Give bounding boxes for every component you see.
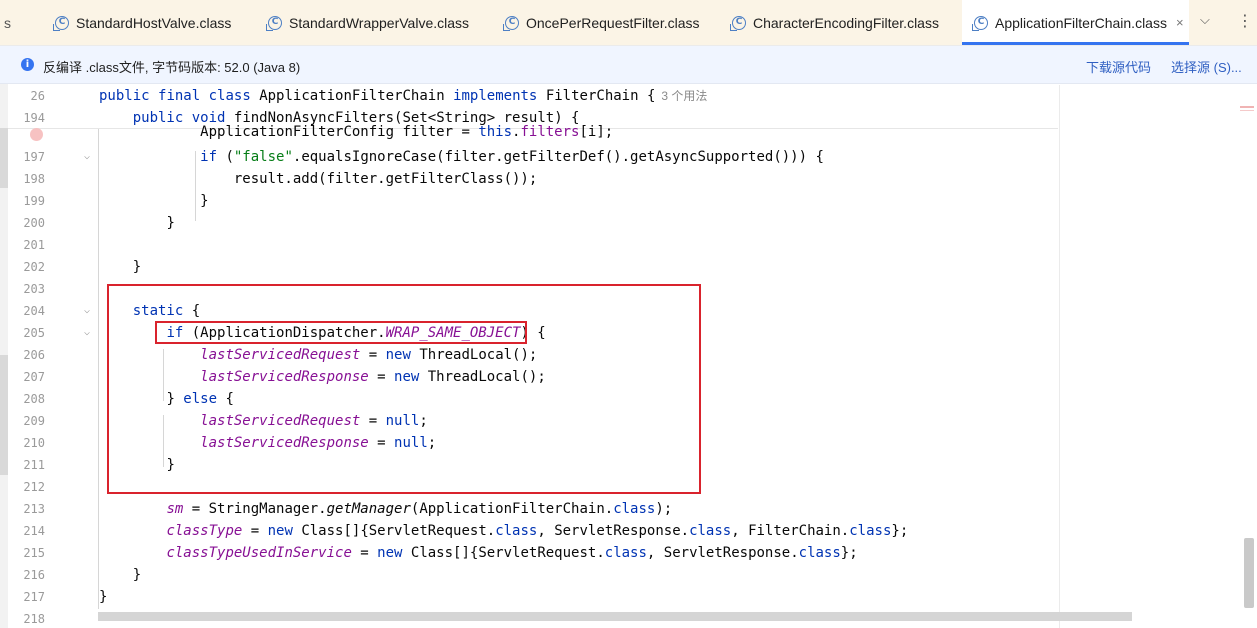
code-line: 217 } [8,586,1058,608]
line-number: 214 [23,524,45,538]
notice-text: 反编译 .class文件, 字节码版本: 52.0 (Java 8) [43,60,301,75]
code-text: result.add(filter.getFilterClass()); [233,171,538,187]
code-line: 214 classType = new Class[]{ServletReque… [8,520,1058,542]
code-text: classTypeUsedInService = new Class[]{Ser… [166,545,858,561]
code-line: 216 } [8,564,1058,586]
tab-standard-host-valve[interactable]: C StandardHostValve.class [53,0,232,45]
line-number: 201 [23,238,45,252]
line-number: 203 [23,282,45,296]
line-number: 218 [23,612,45,626]
line-number: 199 [23,194,45,208]
class-file-icon: C [266,15,282,31]
line-number: 197 [23,150,45,164]
code-line: 198 result.add(filter.getFilterClass()); [8,168,1058,190]
code-text: } [166,215,175,231]
code-line: 215 classTypeUsedInService = new Class[]… [8,542,1058,564]
line-number: 200 [23,216,45,230]
tab-label: StandardWrapperValve.class [289,14,470,31]
edge-marker [0,355,8,475]
class-file-icon: C [730,15,746,31]
breakpoint-icon[interactable] [30,128,43,141]
tab-once-per-request-filter[interactable]: C OncePerRequestFilter.class [503,0,700,45]
usage-hint: 3 个用法 [661,89,708,103]
download-sources-link[interactable]: 下载源代码 [1086,57,1151,76]
code-text: } [200,193,209,209]
line-number: 215 [23,546,45,560]
line-number: 26 [30,89,45,103]
highlight-box-if-condition [155,321,527,344]
code-line: 199 } [8,190,1058,212]
left-edge-strip [0,0,8,628]
info-icon: i [21,58,34,71]
close-icon[interactable]: × [1176,15,1184,30]
more-vertical-icon[interactable]: ⋮ [1237,11,1253,31]
line-number: 211 [23,458,45,472]
edge-marker [0,128,8,188]
highlight-box-static-block [107,284,701,494]
line-number: 207 [23,370,45,384]
code-text: } [132,567,142,583]
line-number: 208 [23,392,45,406]
line-number: 213 [23,502,45,516]
line-number: 206 [23,348,45,362]
fold-icon[interactable]: ⌵ [84,300,90,322]
tab-label: OncePerRequestFilter.class [526,14,700,31]
code-line: 197 ⌵ if ("false".equalsIgnoreCase(filte… [8,146,1058,168]
code-line: 200 } [8,212,1058,234]
class-file-icon: C [53,15,69,31]
tab-label: ApplicationFilterChain.class [995,14,1167,31]
fold-icon[interactable]: ⌵ [84,146,90,168]
vertical-scrollbar[interactable] [1244,538,1254,608]
code-line: 201 [8,234,1058,256]
horizontal-scrollbar[interactable] [98,612,1132,621]
tab-partial[interactable]: s [4,0,11,45]
code-text: sm = StringManager.getManager(Applicatio… [166,501,673,517]
tab-label: s [4,14,11,31]
code-editor[interactable]: 26 public final class ApplicationFilterC… [8,85,1257,628]
line-number: 210 [23,436,45,450]
tab-standard-wrapper-valve[interactable]: C StandardWrapperValve.class [266,0,470,45]
code-line: ApplicationFilterConfig filter = this.fi… [8,125,1058,143]
tab-character-encoding-filter[interactable]: C CharacterEncodingFilter.class [730,0,939,45]
fold-icon[interactable]: ⌵ [84,322,90,344]
code-text: classType = new Class[]{ServletRequest.c… [166,523,909,539]
line-number: 198 [23,172,45,186]
line-number: 204 [23,304,45,318]
choose-sources-link[interactable]: 选择源 (S)... [1171,57,1242,76]
code-text: ApplicationFilterConfig filter = this.fi… [200,125,614,140]
tab-label: StandardHostValve.class [76,14,232,31]
code-line: 26 public final class ApplicationFilterC… [8,85,1058,107]
line-number: 212 [23,480,45,494]
code-line: 202 } [8,256,1058,278]
editor-right-margin [1059,85,1060,628]
decompiled-notice-bar: i 反编译 .class文件, 字节码版本: 52.0 (Java 8) 下载源… [0,46,1257,84]
line-number: 202 [23,260,45,274]
editor-tab-bar: s C StandardHostValve.class C StandardWr… [0,0,1257,46]
chevron-down-icon[interactable]: ⌵ [1200,12,1210,28]
line-number: 216 [23,568,45,582]
tab-application-filter-chain[interactable]: C ApplicationFilterChain.class × [962,0,1189,45]
tab-label: CharacterEncodingFilter.class [753,14,939,31]
class-file-icon: C [503,15,519,31]
code-text: } [132,259,142,275]
code-text: public final class ApplicationFilterChai… [99,88,708,104]
code-text: } [99,589,108,605]
error-stripe-marker[interactable] [1240,110,1254,111]
line-number: 209 [23,414,45,428]
line-number: 217 [23,590,45,604]
line-number: 205 [23,326,45,340]
class-file-icon: C [972,15,988,31]
code-line: 213 sm = StringManager.getManager(Applic… [8,498,1058,520]
error-stripe-marker[interactable] [1240,106,1254,108]
code-text: if ("false".equalsIgnoreCase(filter.getF… [200,149,824,165]
